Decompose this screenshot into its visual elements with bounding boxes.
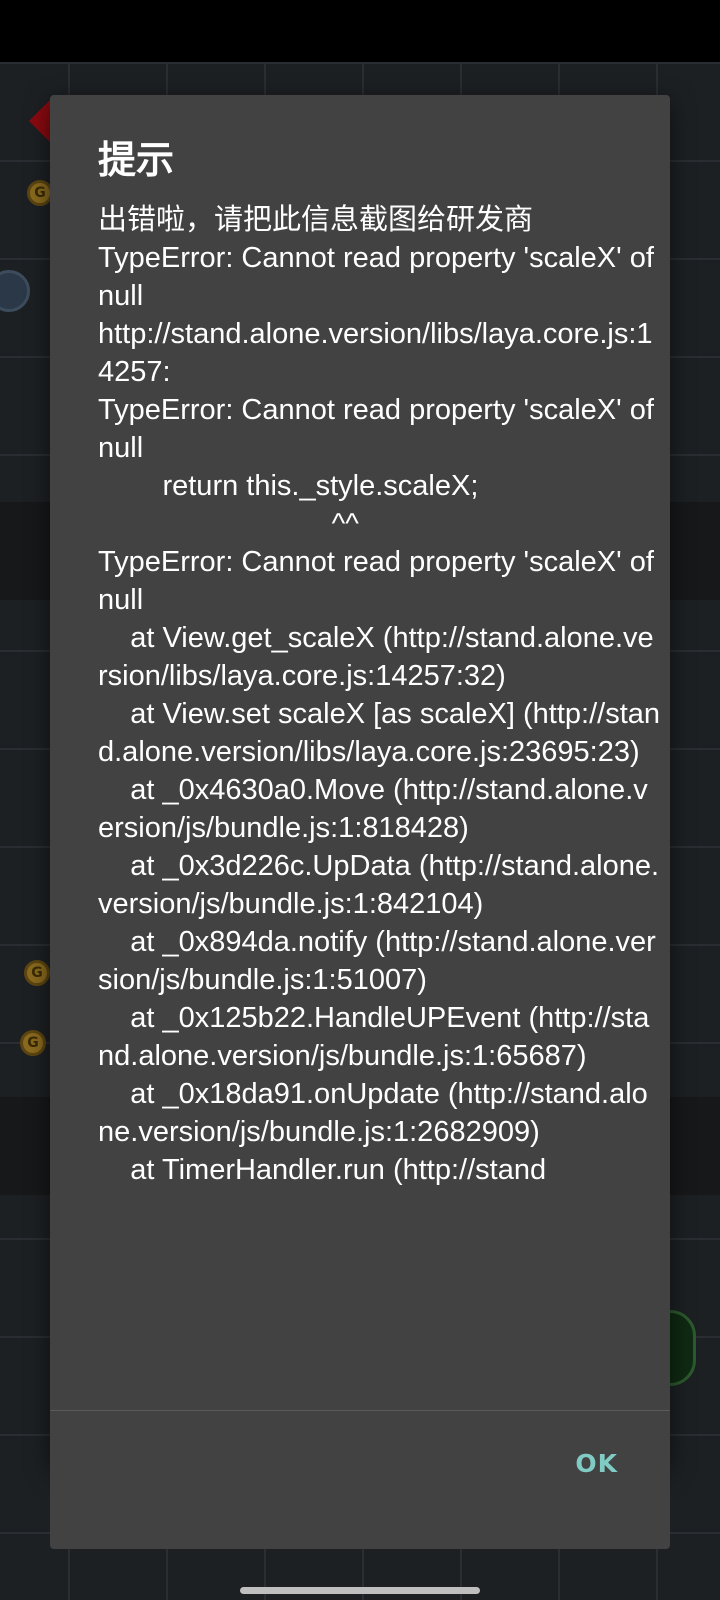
error-dialog: 提示 出错啦，请把此信息截图给研发商 TypeError: Cannot rea… <box>50 95 670 1549</box>
ok-button[interactable]: OK <box>575 1449 618 1478</box>
dialog-message-scroll[interactable]: 出错啦，请把此信息截图给研发商 TypeError: Cannot read p… <box>98 201 663 1513</box>
coin-icon: G <box>20 1030 46 1056</box>
dialog-message: 出错啦，请把此信息截图给研发商 TypeError: Cannot read p… <box>98 204 661 1186</box>
coin-icon: G <box>24 960 50 986</box>
home-indicator[interactable] <box>240 1587 480 1594</box>
screen: G G G 提示 出错啦，请把此信息截图给研发商 TypeError: Cann… <box>0 0 720 1600</box>
dialog-title: 提示 <box>98 138 175 182</box>
dialog-actions: OK <box>50 1411 670 1549</box>
